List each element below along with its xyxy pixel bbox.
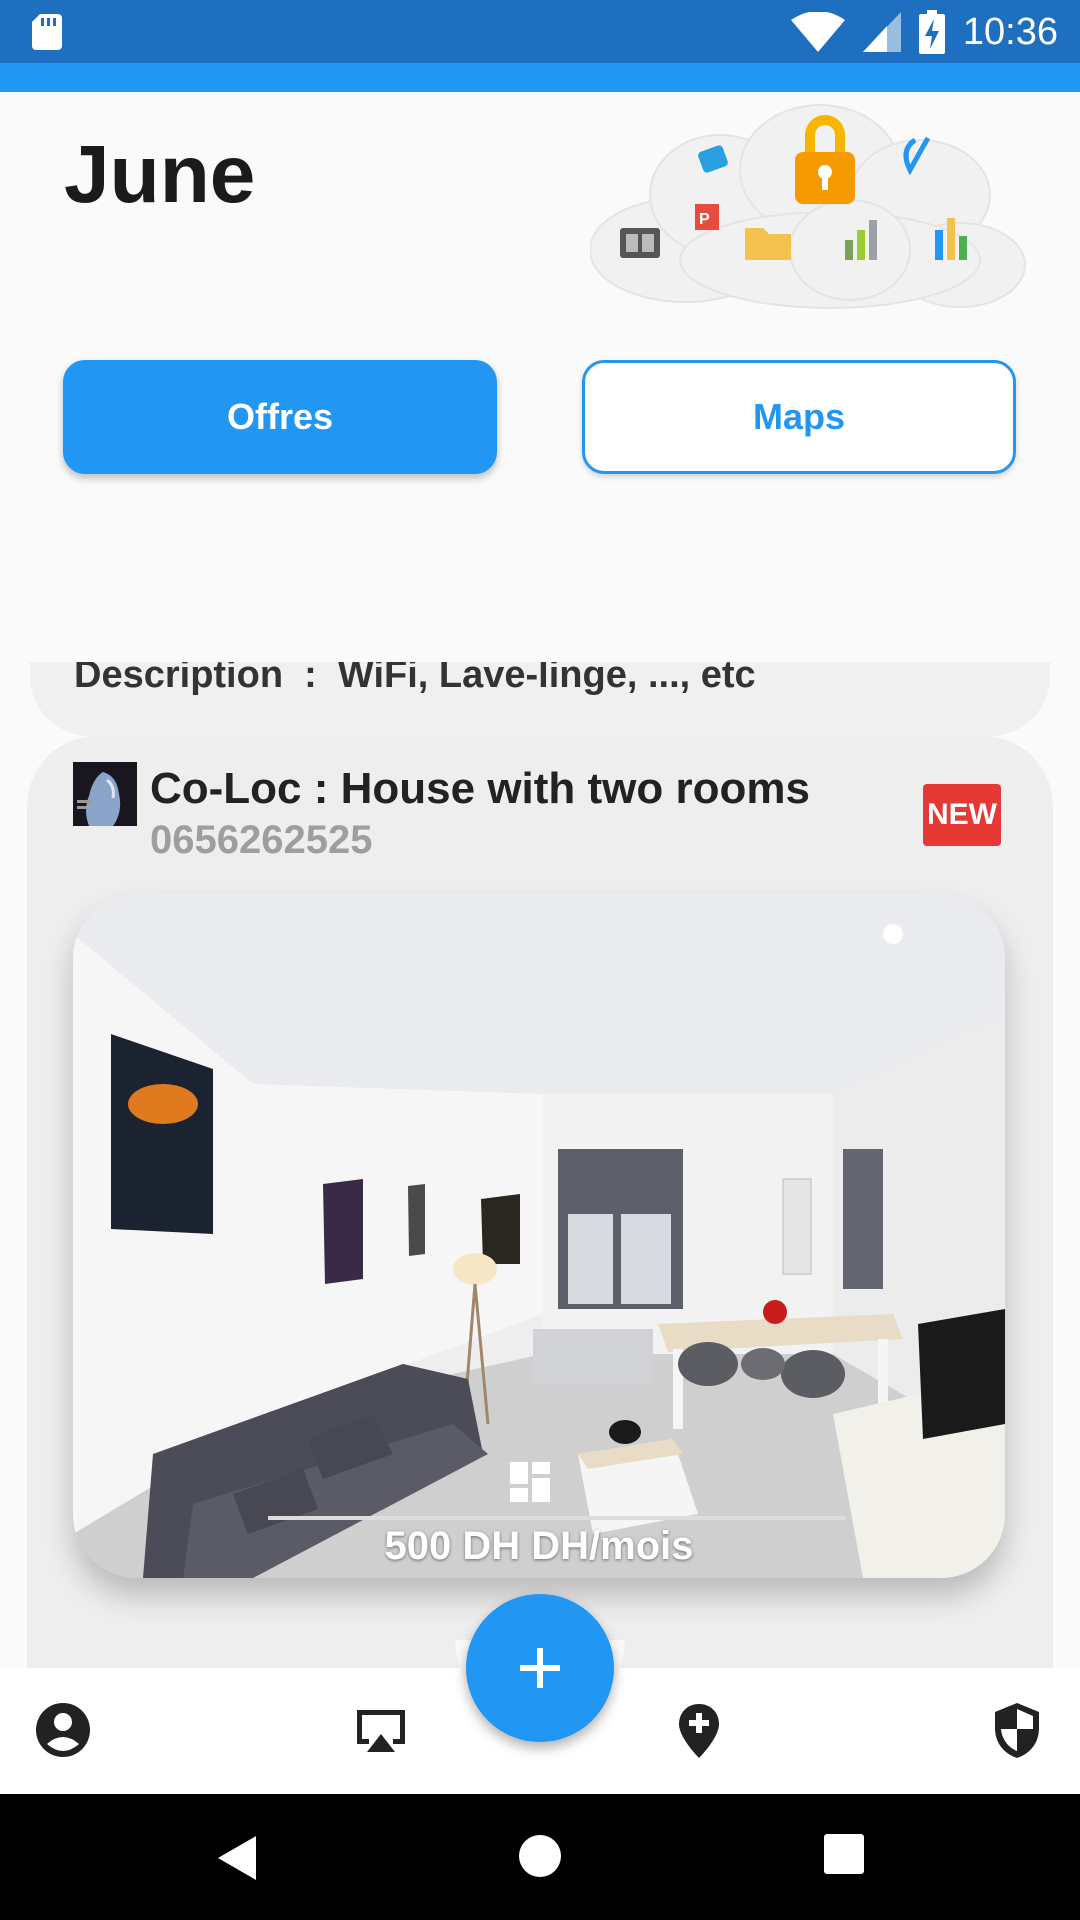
new-badge: NEW [923,784,1001,846]
listing-phone: 0656262525 [150,818,373,862]
battery-charging-icon [918,10,945,54]
add-icon [520,1648,560,1688]
svg-text:P: P [699,211,710,228]
listing-avatar [73,762,137,826]
add-location-icon[interactable] [669,1700,729,1760]
listing-photo[interactable]: 500 DH DH/mois [73,894,1005,1578]
system-navigation-bar [0,1794,1080,1920]
cloud-storage-illustration: P [590,104,1026,309]
offres-button[interactable]: Offres [63,360,497,474]
page-title: June [64,129,256,220]
app-bar-strip [0,63,1080,92]
listing-list[interactable]: Description : WiFi, Lave-linge, ..., etc… [0,662,1080,1668]
listing-description: Description : WiFi, Lave-linge, ..., etc [74,662,756,696]
status-bar: 10:36 [0,0,1080,63]
clock: 10:36 [962,10,1058,53]
home-icon[interactable] [518,1834,562,1878]
previous-listing-card[interactable]: Description : WiFi, Lave-linge, ..., etc [30,662,1050,736]
listing-price: 500 DH DH/mois [384,1524,694,1568]
signal-icon [862,12,901,52]
add-listing-fab[interactable] [466,1594,614,1742]
listing-title: Co-Loc : House with two rooms [150,764,810,813]
maps-button[interactable]: Maps [582,360,1016,474]
profile-icon[interactable] [33,1700,93,1760]
dashboard-icon[interactable] [510,1462,550,1502]
cast-icon[interactable] [351,1700,411,1760]
back-icon[interactable] [214,1834,258,1882]
listing-card[interactable]: Co-Loc : House with two rooms 0656262525… [27,736,1053,1668]
recents-icon[interactable] [824,1834,864,1874]
sd-card-icon [32,14,62,50]
security-shield-icon[interactable] [987,1700,1047,1760]
photo-progress-bar [268,1516,846,1520]
wifi-icon [790,12,845,52]
